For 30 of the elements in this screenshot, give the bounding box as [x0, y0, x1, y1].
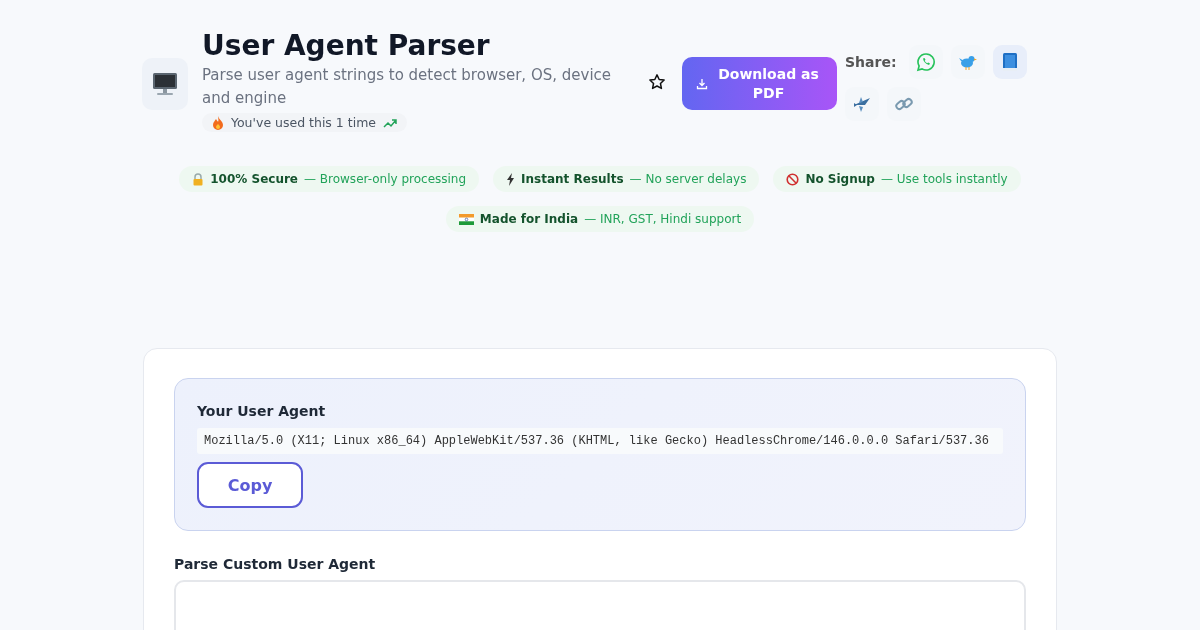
facebook-share-button[interactable] — [992, 45, 1027, 79]
badge-title: No Signup — [805, 172, 875, 186]
page-subtitle: Parse user agent strings to detect browser, OS, device and engine — [202, 65, 613, 109]
badge-title: Made for India — [479, 212, 579, 226]
lock-icon — [192, 172, 205, 186]
usage-text: You've used this 1 time — [231, 115, 377, 130]
flame-icon — [212, 115, 224, 130]
badge-text: — Browser-only processing — [304, 172, 467, 186]
badge-text: — Use tools instantly — [880, 172, 1008, 186]
badge-title: Instant Results — [521, 172, 624, 186]
badge-text: — INR, GST, Hindi support — [584, 212, 742, 226]
copy-button[interactable]: Copy — [197, 462, 303, 508]
user-agent-input[interactable] — [174, 580, 1026, 630]
section-label: Parse Custom User Agent — [174, 556, 377, 572]
trend-up-icon — [383, 117, 398, 128]
chat-bubble-icon — [915, 52, 936, 72]
page-title: User Agent Parser — [202, 30, 491, 62]
download-pdf-button[interactable]: Download as PDF — [682, 57, 837, 110]
download-icon — [696, 77, 708, 90]
share-label: Share: — [845, 54, 897, 70]
flag-icon — [458, 213, 474, 225]
prohibited-icon — [786, 172, 800, 186]
book-icon — [1000, 52, 1019, 72]
favorite-star-button[interactable] — [648, 73, 666, 91]
section-label: Your User Agent — [197, 403, 327, 419]
badge-title: 100% Secure — [210, 172, 298, 186]
lightning-icon — [506, 172, 516, 186]
badge-text: — No server delays — [629, 172, 747, 186]
user-agent-string: Mozilla/5.0 (X11; Linux x86_64) AppleWebKit/537.36 (KHTML, like Gecko) HeadlessChrome/146.0.0.0 Safari/537.36 — [197, 428, 1003, 454]
monitor-icon — [142, 58, 188, 110]
